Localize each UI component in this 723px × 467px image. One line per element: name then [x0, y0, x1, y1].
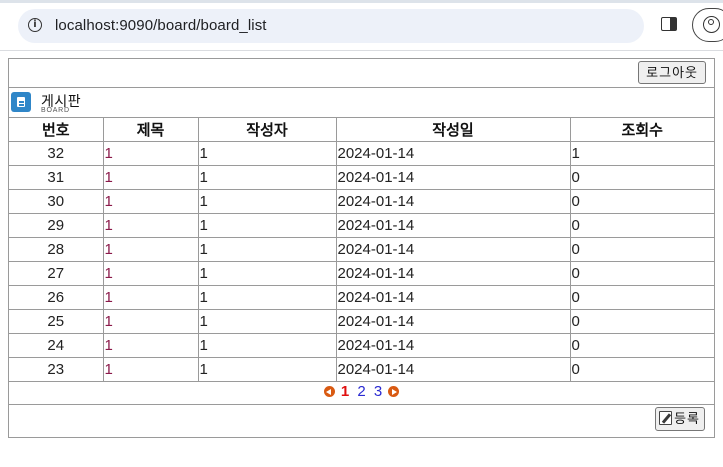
- cell-title-link[interactable]: 1: [102, 237, 199, 262]
- board-heading: 게시판 BOARD: [9, 88, 714, 117]
- tab-strip: [0, 0, 723, 3]
- cell-date: 2024-01-14: [335, 237, 571, 262]
- site-info-icon[interactable]: i: [28, 18, 42, 32]
- cell-writer: 1: [197, 141, 337, 166]
- cell-no: 25: [9, 309, 104, 334]
- cell-no: 28: [9, 237, 104, 262]
- logout-button[interactable]: 로그아웃: [638, 61, 706, 84]
- table-row: 31 1 1 2024-01-14 0: [9, 165, 714, 190]
- cell-title-link[interactable]: 1: [102, 261, 199, 286]
- cell-writer: 1: [197, 333, 337, 358]
- cell-views: 0: [569, 285, 714, 310]
- cell-title-link[interactable]: 1: [102, 357, 199, 382]
- cell-no: 29: [9, 213, 104, 238]
- page-link-2[interactable]: 2: [357, 383, 365, 400]
- cell-date: 2024-01-14: [335, 309, 571, 334]
- cell-views: 1: [569, 141, 714, 166]
- cell-date: 2024-01-14: [335, 285, 571, 310]
- cell-title-link[interactable]: 1: [102, 285, 199, 310]
- cell-writer: 1: [197, 285, 337, 310]
- address-url[interactable]: localhost:9090/board/board_list: [55, 17, 267, 34]
- cell-writer: 1: [197, 165, 337, 190]
- table-row: 23 1 1 2024-01-14 0: [9, 357, 714, 382]
- page-link-3[interactable]: 3: [374, 383, 382, 400]
- board-subtitle: BOARD: [41, 107, 70, 114]
- col-header-no: 번호: [9, 117, 104, 142]
- cell-date: 2024-01-14: [335, 189, 571, 214]
- pagination: 1 2 3: [9, 380, 714, 405]
- cell-no: 26: [9, 285, 104, 310]
- cell-views: 0: [569, 357, 714, 382]
- cell-views: 0: [569, 309, 714, 334]
- cell-date: 2024-01-14: [335, 165, 571, 190]
- profile-icon: [703, 16, 720, 33]
- cell-views: 0: [569, 165, 714, 190]
- cell-writer: 1: [197, 261, 337, 286]
- next-page-icon[interactable]: [388, 386, 400, 397]
- cell-no: 32: [9, 141, 104, 166]
- cell-title-link[interactable]: 1: [102, 309, 199, 334]
- write-button[interactable]: 등록: [655, 407, 705, 431]
- col-header-views: 조회수: [569, 117, 714, 142]
- cell-title-link[interactable]: 1: [102, 189, 199, 214]
- cell-views: 0: [569, 189, 714, 214]
- cell-writer: 1: [197, 237, 337, 262]
- document-icon: [11, 92, 31, 112]
- cell-title-link[interactable]: 1: [102, 213, 199, 238]
- table-row: 25 1 1 2024-01-14 0: [9, 309, 714, 334]
- cell-writer: 1: [197, 189, 337, 214]
- table-row: 32 1 1 2024-01-14 1: [9, 141, 714, 166]
- side-panel-icon[interactable]: [661, 17, 677, 31]
- board-table: 번호 제목 작성자 작성일 조회수 32 1 1 2024-01-14 1 31 1 1 202…: [9, 117, 714, 382]
- cell-writer: 1: [197, 309, 337, 334]
- cell-title-link[interactable]: 1: [102, 165, 199, 190]
- table-row: 29 1 1 2024-01-14 0: [9, 213, 714, 238]
- cell-date: 2024-01-14: [335, 213, 571, 238]
- table-header-row: 번호 제목 작성자 작성일 조회수: [9, 117, 714, 142]
- edit-icon: [659, 411, 673, 425]
- browser-toolbar: i localhost:9090/board/board_list: [0, 0, 723, 51]
- cell-writer: 1: [197, 357, 337, 382]
- bottom-action-row: 등록: [9, 405, 714, 437]
- profile-button[interactable]: [692, 8, 723, 42]
- board-container: 로그아웃 게시판 BOARD 번호 제목 작성자 작성일 조회수 32 1 1 202…: [8, 58, 715, 438]
- col-header-title: 제목: [102, 117, 199, 142]
- cell-date: 2024-01-14: [335, 357, 571, 382]
- cell-title-link[interactable]: 1: [102, 141, 199, 166]
- cell-date: 2024-01-14: [335, 141, 571, 166]
- write-button-label: 등록: [674, 411, 700, 426]
- cell-views: 0: [569, 333, 714, 358]
- table-row: 26 1 1 2024-01-14 0: [9, 285, 714, 310]
- table-row: 28 1 1 2024-01-14 0: [9, 237, 714, 262]
- cell-title-link[interactable]: 1: [102, 333, 199, 358]
- cell-views: 0: [569, 213, 714, 238]
- table-row: 27 1 1 2024-01-14 0: [9, 261, 714, 286]
- table-row: 24 1 1 2024-01-14 0: [9, 333, 714, 358]
- prev-page-icon[interactable]: [323, 386, 335, 397]
- cell-date: 2024-01-14: [335, 261, 571, 286]
- cell-no: 27: [9, 261, 104, 286]
- cell-no: 23: [9, 357, 104, 382]
- cell-date: 2024-01-14: [335, 333, 571, 358]
- cell-views: 0: [569, 237, 714, 262]
- table-row: 30 1 1 2024-01-14 0: [9, 189, 714, 214]
- cell-writer: 1: [197, 213, 337, 238]
- address-bar[interactable]: i localhost:9090/board/board_list: [18, 9, 644, 43]
- cell-no: 31: [9, 165, 104, 190]
- top-action-row: 로그아웃: [9, 59, 714, 88]
- col-header-writer: 작성자: [197, 117, 337, 142]
- cell-no: 24: [9, 333, 104, 358]
- cell-no: 30: [9, 189, 104, 214]
- cell-views: 0: [569, 261, 714, 286]
- page-link-1[interactable]: 1: [341, 383, 349, 400]
- col-header-date: 작성일: [335, 117, 571, 142]
